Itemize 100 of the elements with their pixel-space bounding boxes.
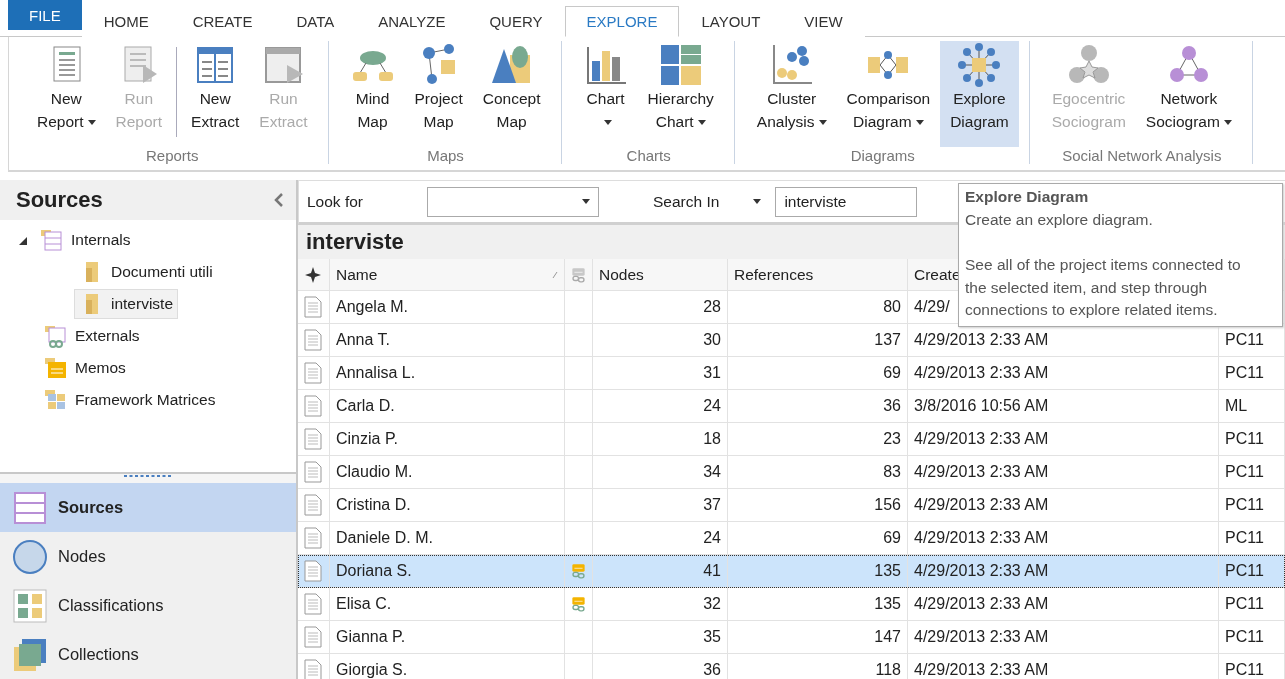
tree-item[interactable]: Memos (38, 353, 131, 383)
user-cell: PC11 (1225, 595, 1264, 613)
ribbon-button[interactable]: Mind Map (340, 41, 405, 147)
memo-icon (43, 356, 69, 380)
list-row[interactable]: Cristina D. 37 156 4/29/2013 2:33 AM PC11 (298, 489, 1285, 522)
treemap-icon (658, 43, 703, 87)
tree-item[interactable]: Externals (38, 321, 145, 351)
document-icon (304, 362, 322, 384)
user-cell: PC11 (1225, 562, 1264, 580)
user-cell: PC11 (1225, 496, 1264, 514)
nodes-cell: 34 (593, 456, 728, 489)
ribbon-tab[interactable]: EXPLORE (564, 6, 680, 37)
search-in-dropdown[interactable]: Search In (653, 192, 762, 211)
ribbon-button[interactable]: Network Sociogram (1135, 41, 1242, 147)
nodes-cell: 35 (593, 621, 728, 654)
document-icon (304, 461, 322, 483)
grid-icon (12, 587, 48, 624)
list-row[interactable]: Claudio M. 34 83 4/29/2013 2:33 AM PC11 (298, 456, 1285, 489)
user-cell: PC11 (1225, 661, 1264, 679)
document-icon (304, 560, 322, 582)
ribbon-button[interactable]: New Extract (181, 41, 250, 147)
tree-item[interactable]: Documenti utili (74, 257, 218, 287)
nodes-cell: 28 (593, 291, 728, 324)
file-menu-tab[interactable]: FILE (8, 0, 82, 30)
grip-icon (123, 474, 173, 478)
ribbon-button[interactable]: Comparison Diagram (836, 41, 941, 147)
tooltip-title: Explore Diagram (965, 187, 1090, 207)
star-icon (304, 265, 322, 284)
ribbon-button[interactable]: New Report (27, 41, 106, 147)
pin-column-header[interactable] (298, 259, 330, 291)
name-cell: Carla D. (330, 390, 565, 423)
name-cell: Anna T. (330, 324, 565, 357)
document-icon (304, 527, 322, 549)
list-row[interactable]: Elisa C. 32 135 4/29/2013 2:33 AM PC11 (298, 588, 1285, 621)
column-header[interactable]: References (728, 259, 908, 291)
list-row[interactable]: Giorgia S. 36 118 4/29/2013 2:33 AM PC11 (298, 654, 1285, 679)
nodes-cell: 37 (593, 489, 728, 522)
list-row[interactable]: Doriana S. 41 135 4/29/2013 2:33 AM PC11 (298, 555, 1285, 588)
name-cell: Giorgia S. (330, 654, 565, 679)
ribbon-button[interactable]: Cluster Analysis (746, 41, 837, 147)
stacked-squares-icon (12, 636, 48, 673)
references-cell: 80 (728, 291, 908, 324)
group-label: Charts (626, 147, 671, 166)
created-cell: 4/29/2013 2:33 AM (908, 357, 1219, 390)
look-for-field[interactable] (427, 186, 599, 217)
tree-item[interactable]: Framework Matrices (38, 385, 221, 415)
name-cell: Gianna P. (330, 621, 565, 654)
collapse-icon[interactable] (274, 192, 284, 208)
explore-diagram-icon (957, 43, 1002, 87)
document-icon (304, 428, 322, 450)
document-icon (304, 494, 322, 516)
nodes-cell: 41 (593, 555, 728, 588)
user-cell: PC11 (1225, 331, 1264, 349)
user-cell: ML (1225, 397, 1248, 415)
name-cell: Claudio M. (330, 456, 565, 489)
created-cell: 4/29/2013 2:33 AM (908, 456, 1219, 489)
nav-item[interactable]: Classifications (0, 581, 296, 630)
externals-icon (43, 324, 69, 348)
name-cell: Annalisa L. (330, 357, 565, 390)
nav-item[interactable]: Sources (0, 483, 296, 532)
name-cell: Doriana S. (330, 555, 565, 588)
column-header[interactable]: Nodes (593, 259, 728, 291)
ribbon-button[interactable]: Chart (573, 41, 638, 147)
group-label: Maps (427, 147, 464, 166)
list-row[interactable]: Cinzia P. 18 23 4/29/2013 2:33 AM PC11 (298, 423, 1285, 456)
ribbon-button[interactable]: Concept Map (472, 41, 551, 147)
ribbon-button[interactable]: Hierarchy Chart (637, 41, 724, 147)
sort-icon (552, 270, 558, 279)
references-cell: 118 (728, 654, 908, 679)
list-row[interactable]: Carla D. 24 36 3/8/2016 10:56 AM ML (298, 390, 1285, 423)
search-in-field[interactable]: interviste (775, 186, 918, 217)
group-label: Diagrams (850, 147, 915, 166)
references-cell: 23 (728, 423, 908, 456)
nodes-cell: 24 (593, 390, 728, 423)
references-cell: 69 (728, 357, 908, 390)
name-cell: Angela M. (330, 291, 565, 324)
link-column-header[interactable] (565, 259, 593, 291)
nav-item[interactable]: Collections (0, 630, 296, 679)
nodes-cell: 31 (593, 357, 728, 390)
list-row[interactable]: Annalisa L. 31 69 4/29/2013 2:33 AM PC11 (298, 357, 1285, 390)
nav-item[interactable]: Nodes (0, 532, 296, 581)
ribbon-button[interactable]: Explore Diagram (940, 41, 1019, 147)
tree-item[interactable]: interviste (74, 289, 179, 319)
list-row[interactable]: Gianna P. 35 147 4/29/2013 2:33 AM PC11 (298, 621, 1285, 654)
user-cell: PC11 (1225, 364, 1264, 382)
created-cell: 4/29/2013 2:33 AM (908, 489, 1219, 522)
user-cell: PC11 (1225, 628, 1264, 646)
document-icon (304, 626, 322, 648)
nodes-cell: 32 (593, 588, 728, 621)
references-cell: 147 (728, 621, 908, 654)
group-label: Social Network Analysis (1062, 147, 1222, 166)
tree-item[interactable]: Internals (34, 225, 136, 255)
user-cell: PC11 (1225, 529, 1264, 547)
references-cell: 83 (728, 456, 908, 489)
column-header[interactable]: Name (330, 259, 565, 291)
references-cell: 156 (728, 489, 908, 522)
ribbon-button[interactable]: Project Map (404, 41, 473, 147)
user-cell: PC11 (1225, 463, 1264, 481)
name-cell: Cristina D. (330, 489, 565, 522)
references-cell: 135 (728, 555, 908, 588)
